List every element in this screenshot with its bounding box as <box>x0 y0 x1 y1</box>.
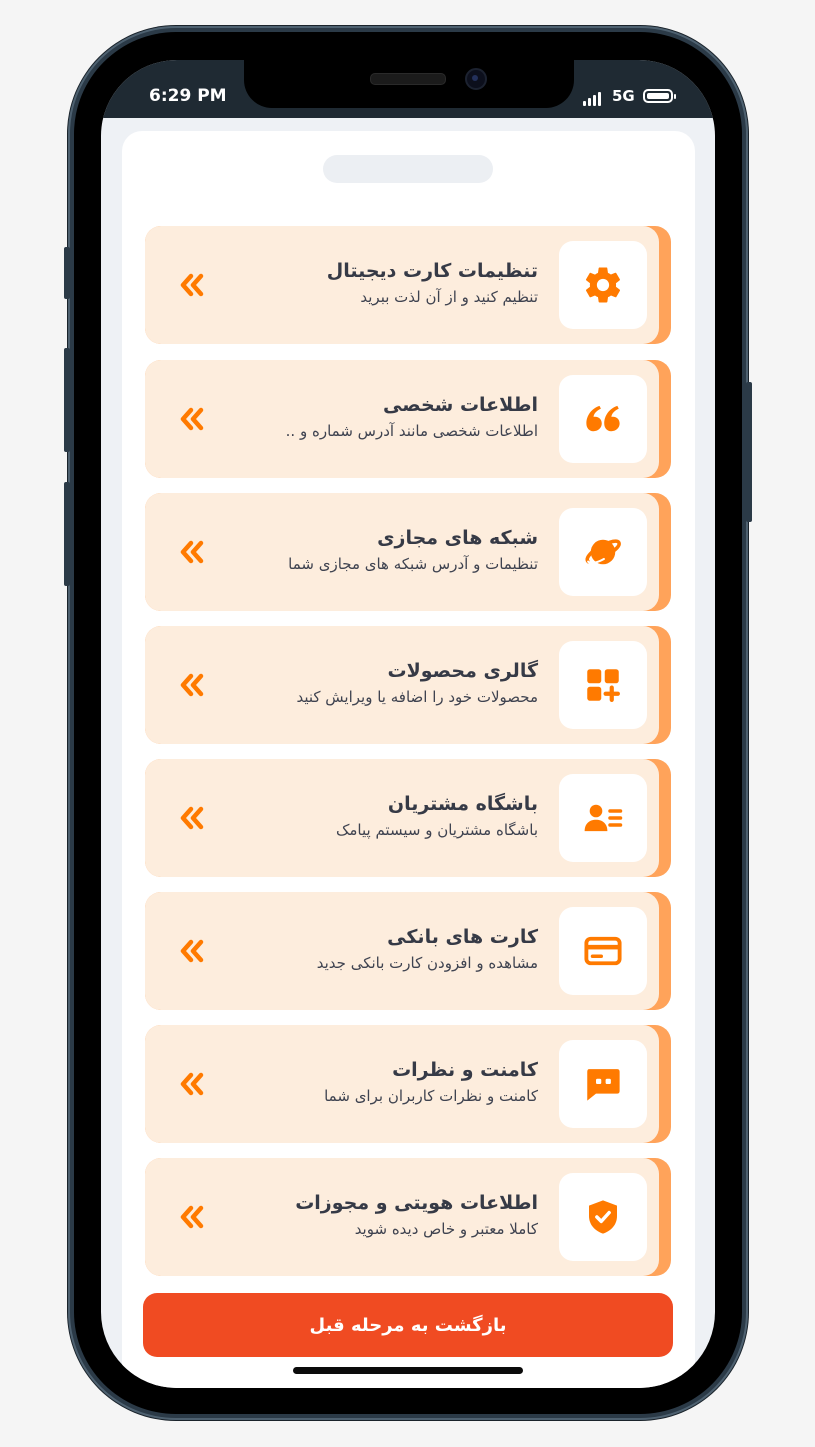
sheet-handle[interactable] <box>323 155 493 183</box>
menu-item-bank-cards[interactable]: کارت های بانکی مشاهده و افزودن کارت بانک… <box>145 892 671 1010</box>
menu-item-social-networks[interactable]: شبکه های مجازی تنظیمات و آدرس شبکه های م… <box>145 493 671 611</box>
user-list-icon <box>584 804 623 832</box>
menu-item-subtitle: تنظیم کنید و از آن لذت ببرید <box>360 288 538 306</box>
volume-down-button <box>64 482 70 586</box>
notch <box>244 60 574 108</box>
menu-item-icon-box <box>559 907 647 995</box>
mute-switch <box>64 247 70 299</box>
menu-item-subtitle: مشاهده و افزودن کارت بانکی جدید <box>316 954 538 972</box>
menu-item-subtitle: اطلاعات شخصی مانند آدرس شماره و .. <box>285 422 538 440</box>
menu-item-comments[interactable]: کامنت و نظرات کامنت و نظرات کاربران برای… <box>145 1025 671 1143</box>
menu-item-title: اطلاعات شخصی <box>383 394 538 416</box>
chat-icon <box>587 1069 620 1101</box>
double-chevron-left-icon <box>180 806 204 830</box>
menu-item-subtitle: تنظیمات و آدرس شبکه های مجازی شما <box>288 555 538 573</box>
credit-card-icon <box>584 936 622 966</box>
battery-icon <box>643 89 676 103</box>
menu-item-icon-box <box>559 375 647 463</box>
double-chevron-left-icon <box>180 1205 204 1229</box>
screen: 6:29 PM 5G تنظیمات کارت دیجیتال تنظیم کن… <box>101 60 715 1388</box>
menu-item-icon-box <box>559 241 647 329</box>
grid-add-icon <box>587 669 620 702</box>
network-type: 5G <box>612 87 635 105</box>
double-chevron-left-icon <box>180 939 204 963</box>
double-chevron-left-icon <box>180 273 204 297</box>
menu-item-icon-box <box>559 1040 647 1128</box>
power-button <box>746 382 752 522</box>
gear-icon <box>585 267 621 303</box>
menu-item-icon-box <box>559 774 647 862</box>
double-chevron-left-icon <box>180 673 204 697</box>
menu-item-icon-box <box>559 1173 647 1261</box>
menu-item-icon-box <box>559 508 647 596</box>
menu-item-title: تنظیمات کارت دیجیتال <box>326 260 538 282</box>
volume-up-button <box>64 348 70 452</box>
quote-icon <box>586 405 620 432</box>
double-chevron-left-icon <box>180 1072 204 1096</box>
menu-item-product-gallery[interactable]: گالری محصولات محصولات خود را اضافه یا وی… <box>145 626 671 744</box>
menu-item-title: باشگاه مشتریان <box>387 793 538 815</box>
menu-item-subtitle: باشگاه مشتریان و سیستم پیامک <box>335 821 538 839</box>
status-time: 6:29 PM <box>149 86 227 106</box>
home-indicator[interactable] <box>293 1367 523 1374</box>
double-chevron-left-icon <box>180 407 204 431</box>
menu-item-title: گالری محصولات <box>387 660 539 682</box>
menu-item-identity-licenses[interactable]: اطلاعات هویتی و مجوزات کاملا معتبر و خاص… <box>145 1158 671 1276</box>
menu-item-subtitle: محصولات خود را اضافه یا ویرایش کنید <box>296 688 538 706</box>
menu-item-subtitle: کامنت و نظرات کاربران برای شما <box>324 1087 538 1105</box>
bottom-sheet: تنظیمات کارت دیجیتال تنظیم کنید و از آن … <box>122 131 695 1388</box>
menu-item-digital-card-settings[interactable]: تنظیمات کارت دیجیتال تنظیم کنید و از آن … <box>145 226 671 344</box>
speaker <box>370 73 446 85</box>
double-chevron-left-icon <box>180 540 204 564</box>
menu-item-personal-info[interactable]: اطلاعات شخصی اطلاعات شخصی مانند آدرس شما… <box>145 360 671 478</box>
menu-item-title: کارت های بانکی <box>387 926 538 948</box>
shield-check-icon <box>589 1200 617 1234</box>
menu-item-title: کامنت و نظرات <box>392 1059 538 1081</box>
menu-item-icon-box <box>559 641 647 729</box>
menu-item-subtitle: کاملا معتبر و خاص دیده شوید <box>354 1220 538 1238</box>
menu-item-title: اطلاعات هویتی و مجوزات <box>295 1192 538 1214</box>
menu-item-customer-club[interactable]: باشگاه مشتریان باشگاه مشتریان و سیستم پی… <box>145 759 671 877</box>
status-bar: 6:29 PM 5G <box>101 60 715 118</box>
front-camera <box>465 68 487 90</box>
back-to-previous-step-button[interactable]: بازگشت به مرحله قبل <box>143 1293 673 1357</box>
menu-item-title: شبکه های مجازی <box>377 527 538 549</box>
signal-icon <box>583 92 605 106</box>
planet-icon <box>585 539 621 565</box>
